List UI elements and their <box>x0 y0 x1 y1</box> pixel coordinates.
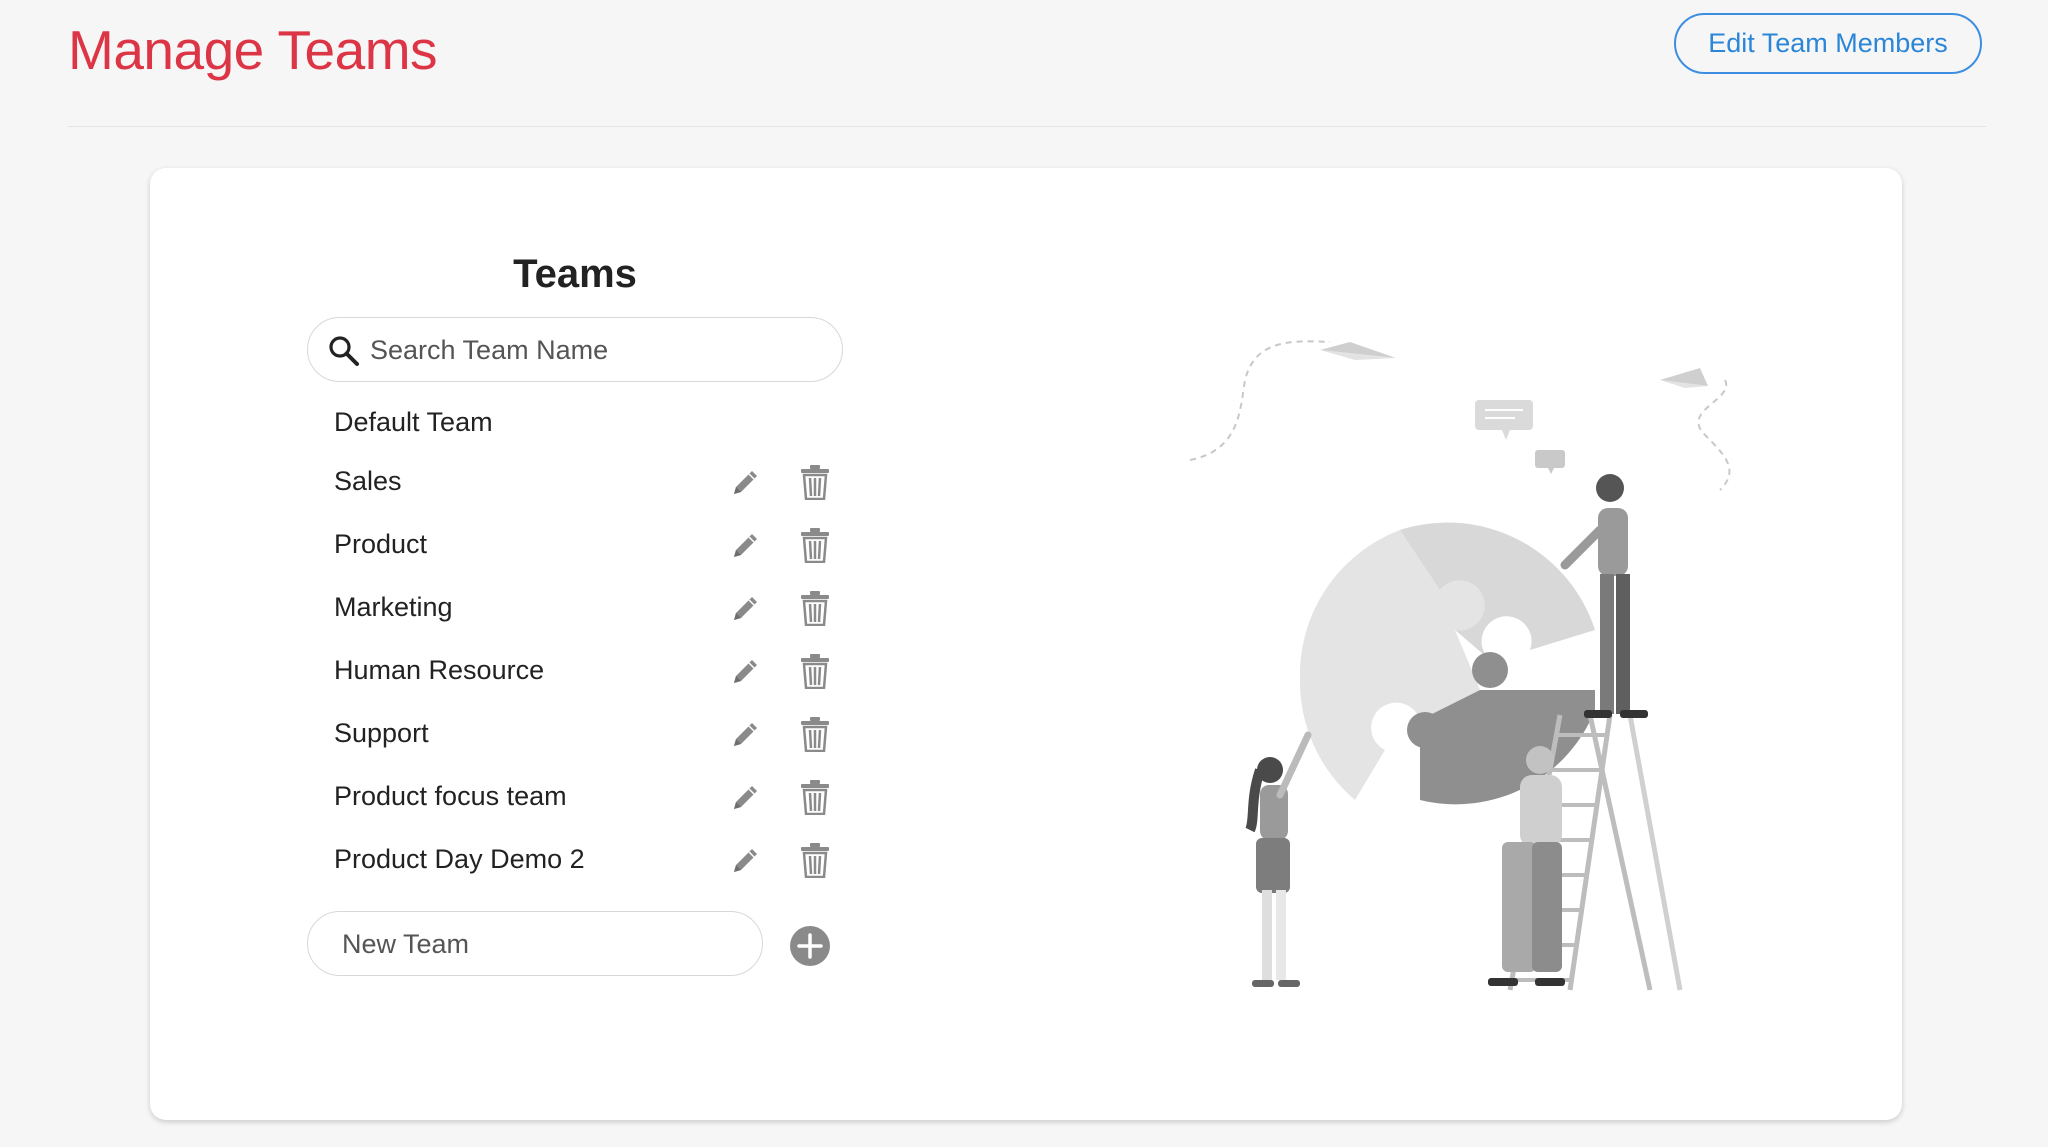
team-row[interactable]: Sales <box>334 460 834 508</box>
team-name: Product focus team <box>334 781 567 811</box>
team-name: Sales <box>334 466 402 496</box>
page-title: Manage Teams <box>68 19 438 81</box>
teams-heading: Teams <box>513 252 637 296</box>
trash-icon[interactable] <box>800 590 830 631</box>
edit-team-members-button[interactable]: Edit Team Members <box>1674 13 1982 74</box>
team-row[interactable]: Human Resource <box>334 649 834 697</box>
pencil-icon[interactable] <box>730 844 762 881</box>
team-row[interactable]: Product <box>334 523 834 571</box>
trash-icon[interactable] <box>800 527 830 568</box>
pencil-icon[interactable] <box>730 592 762 629</box>
team-row[interactable]: Default Team <box>334 401 834 449</box>
add-team-button[interactable] <box>789 925 831 972</box>
search-icon <box>328 335 360 372</box>
team-name: Marketing <box>334 592 453 622</box>
new-team-input[interactable] <box>340 920 744 968</box>
team-row[interactable]: Product focus team <box>334 775 834 823</box>
search-input[interactable] <box>368 326 822 374</box>
pencil-icon[interactable] <box>730 655 762 692</box>
search-box <box>307 317 843 382</box>
trash-icon[interactable] <box>800 653 830 694</box>
pencil-icon[interactable] <box>730 529 762 566</box>
pencil-icon[interactable] <box>730 718 762 755</box>
pencil-icon[interactable] <box>730 466 762 503</box>
team-row[interactable]: Support <box>334 712 834 760</box>
trash-icon[interactable] <box>800 716 830 757</box>
pencil-icon[interactable] <box>730 781 762 818</box>
trash-icon[interactable] <box>800 464 830 505</box>
team-puzzle-illustration <box>1180 330 1780 1015</box>
team-row[interactable]: Marketing <box>334 586 834 634</box>
team-row[interactable]: Product Day Demo 2 <box>334 838 834 886</box>
trash-icon[interactable] <box>800 779 830 820</box>
team-name: Product Day Demo 2 <box>334 844 585 874</box>
team-name: Support <box>334 718 429 748</box>
team-name: Human Resource <box>334 655 545 685</box>
trash-icon[interactable] <box>800 842 830 883</box>
new-team-box <box>307 911 763 976</box>
team-name: Default Team <box>334 407 493 437</box>
team-name: Product <box>334 529 428 559</box>
header-divider <box>68 126 1986 127</box>
plus-circle-icon <box>790 926 830 966</box>
